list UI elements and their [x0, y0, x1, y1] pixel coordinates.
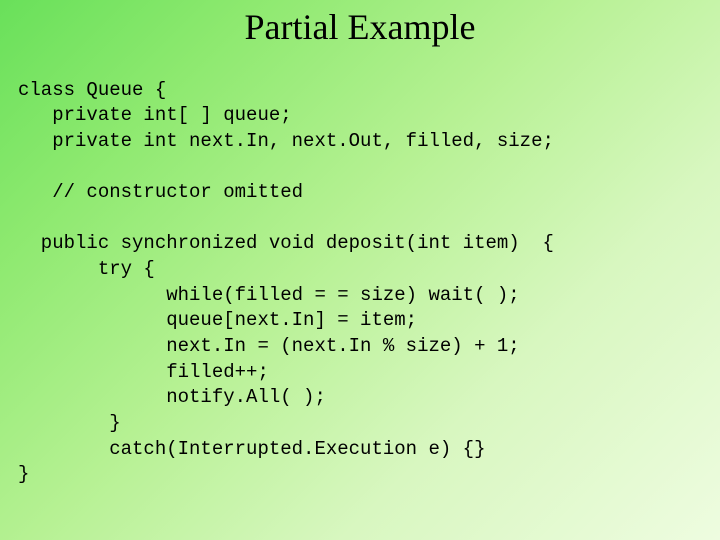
code-line: try {	[18, 258, 155, 280]
slide-title: Partial Example	[0, 0, 720, 52]
code-line: public synchronized void deposit(int ite…	[18, 232, 554, 254]
code-line: notify.All( );	[18, 386, 326, 408]
code-line: private int next.In, next.Out, filled, s…	[18, 130, 554, 152]
code-line: catch(Interrupted.Execution e) {}	[18, 438, 485, 460]
code-line: }	[18, 412, 121, 434]
code-line: private int[ ] queue;	[18, 104, 292, 126]
code-line: }	[18, 463, 29, 485]
code-line: while(filled = = size) wait( );	[18, 284, 520, 306]
code-block: class Queue { private int[ ] queue; priv…	[0, 52, 720, 488]
code-line: queue[next.In] = item;	[18, 309, 417, 331]
code-line: // constructor omitted	[18, 181, 303, 203]
code-line: filled++;	[18, 361, 269, 383]
code-line: next.In = (next.In % size) + 1;	[18, 335, 520, 357]
code-line: class Queue {	[18, 79, 166, 101]
